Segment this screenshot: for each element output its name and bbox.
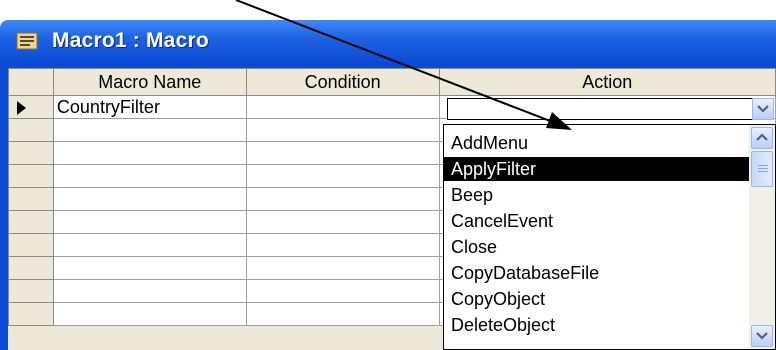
action-dropdown-list[interactable]: AddMenu ApplyFilter Beep CancelEvent Clo… — [443, 124, 776, 350]
macro-name-cell[interactable] — [52, 256, 247, 280]
list-item[interactable]: CopyDatabaseFile — [444, 261, 749, 285]
combo-dropdown-button[interactable] — [752, 98, 774, 120]
window-title: Macro1 : Macro — [52, 29, 209, 52]
grip-line — [758, 168, 768, 169]
macro-name-cell[interactable] — [52, 279, 247, 303]
scroll-down-button[interactable] — [751, 325, 773, 347]
condition-cell[interactable] — [245, 141, 440, 165]
list-item[interactable]: Close — [444, 235, 749, 259]
row-selector[interactable] — [8, 302, 54, 326]
grip-line — [758, 171, 768, 172]
row-selector[interactable] — [8, 118, 54, 142]
macro-name-cell[interactable] — [52, 164, 247, 188]
column-header-macro-name[interactable]: Macro Name — [52, 68, 247, 96]
grip-line — [758, 165, 768, 166]
list-item[interactable]: AddMenu — [444, 131, 749, 155]
row-selector[interactable] — [8, 164, 54, 188]
list-item[interactable]: Beep — [444, 183, 749, 207]
macro-name-cell[interactable] — [52, 118, 247, 142]
condition-cell[interactable] — [245, 279, 440, 303]
macro-name-cell[interactable] — [52, 187, 247, 211]
column-header-condition[interactable]: Condition — [245, 68, 440, 96]
condition-cell[interactable] — [245, 187, 440, 211]
condition-cell[interactable] — [245, 164, 440, 188]
action-combo-box[interactable] — [447, 98, 774, 120]
macro-name-cell[interactable] — [52, 302, 247, 326]
macro-icon — [16, 32, 38, 50]
condition-cell[interactable] — [245, 95, 440, 119]
column-header-action[interactable]: Action — [438, 68, 776, 96]
grid-header-row: Macro Name Condition Action — [8, 68, 776, 96]
list-item[interactable]: DeleteObject — [444, 313, 749, 337]
current-row-arrow-icon — [17, 101, 26, 115]
title-bar[interactable]: Macro1 : Macro — [0, 20, 776, 64]
condition-cell[interactable] — [245, 302, 440, 326]
condition-cell[interactable] — [245, 210, 440, 234]
corner-selector[interactable] — [8, 68, 54, 96]
scroll-thumb[interactable] — [751, 151, 773, 187]
chevron-up-icon — [756, 133, 768, 141]
condition-cell[interactable] — [245, 256, 440, 280]
chevron-down-icon — [756, 332, 768, 340]
macro-name-cell[interactable] — [52, 141, 247, 165]
dropdown-scrollbar[interactable] — [749, 125, 775, 349]
scroll-up-button[interactable] — [751, 127, 773, 149]
row-selector[interactable] — [8, 279, 54, 303]
row-selector[interactable] — [8, 233, 54, 257]
macro-name-cell[interactable] — [52, 233, 247, 257]
macro-name-cell[interactable]: CountryFilter — [52, 95, 247, 119]
chevron-down-icon — [757, 105, 769, 113]
row-selector[interactable] — [8, 187, 54, 211]
row-selector[interactable] — [8, 141, 54, 165]
list-item[interactable]: CancelEvent — [444, 209, 749, 233]
row-selector[interactable] — [8, 256, 54, 280]
condition-cell[interactable] — [245, 233, 440, 257]
row-selector[interactable] — [8, 95, 54, 119]
list-item[interactable]: CopyObject — [444, 287, 749, 311]
macro-name-cell[interactable] — [52, 210, 247, 234]
list-item-highlighted[interactable]: ApplyFilter — [444, 157, 749, 181]
row-selector[interactable] — [8, 210, 54, 234]
condition-cell[interactable] — [245, 118, 440, 142]
